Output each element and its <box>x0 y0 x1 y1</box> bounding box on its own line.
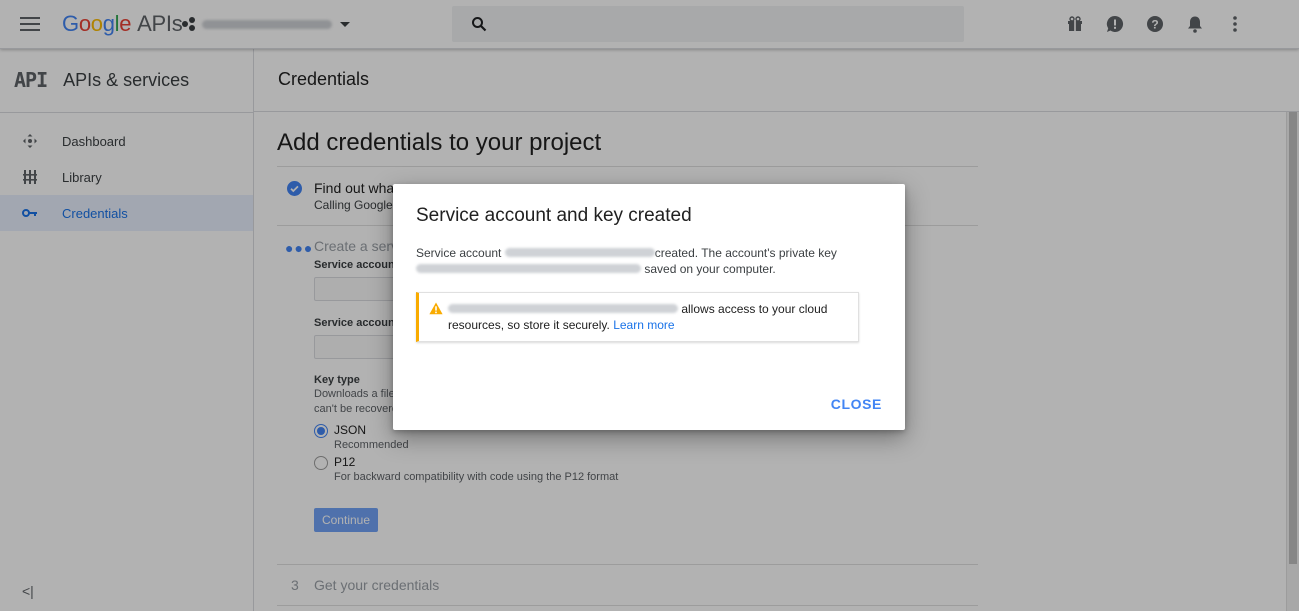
key-filename-redacted <box>448 304 678 313</box>
learn-more-link[interactable]: Learn more <box>613 318 674 332</box>
warning-icon <box>429 302 443 320</box>
warning-callout: allows access to your cloud resources, s… <box>416 292 859 342</box>
close-button[interactable]: CLOSE <box>831 396 882 412</box>
dialog-body-prefix: Service account <box>416 246 502 260</box>
service-account-created-dialog: Service account and key created Service … <box>393 184 905 430</box>
key-filename-redacted <box>416 264 641 273</box>
dialog-body: Service account created. The account's p… <box>416 245 876 277</box>
warning-text: allows access to your cloud resources, s… <box>448 301 848 333</box>
dialog-title: Service account and key created <box>416 205 692 226</box>
dialog-body-mid: created. The account's private key <box>654 246 837 260</box>
service-account-name-redacted <box>504 248 655 257</box>
dialog-body-suffix: saved on your computer. <box>644 262 776 276</box>
